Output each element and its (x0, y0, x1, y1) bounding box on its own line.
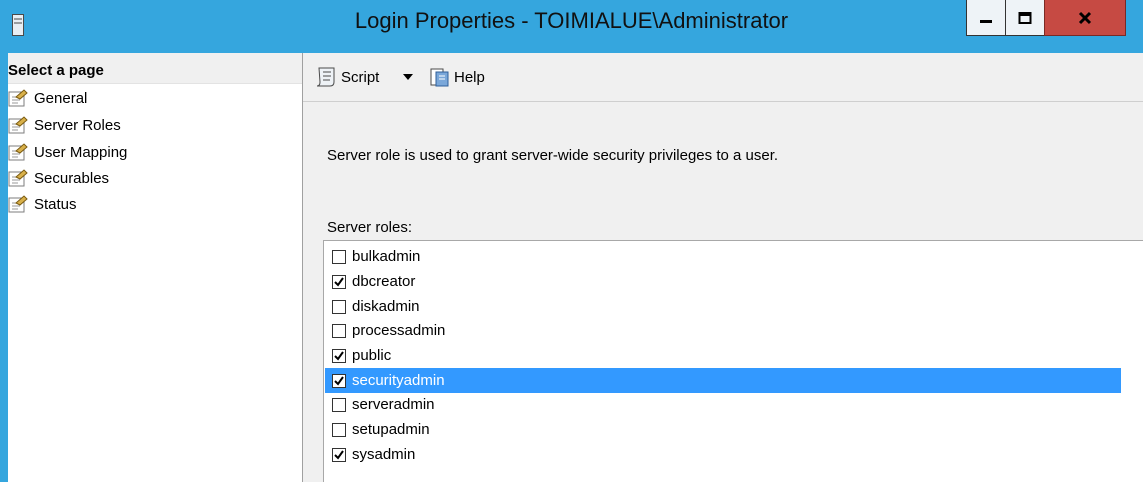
role-name: bulkadmin (352, 248, 421, 265)
role-checkbox[interactable] (332, 299, 346, 314)
role-row[interactable]: setupadmin (325, 417, 1121, 442)
role-name: diskadmin (352, 298, 420, 315)
role-name: securityadmin (352, 372, 445, 389)
role-name: serveradmin (352, 396, 435, 413)
page-item-server-roles[interactable]: Server Roles (8, 113, 121, 137)
help-label: Help (454, 68, 485, 86)
role-row[interactable]: public (325, 343, 1121, 368)
checkmark-icon (334, 449, 344, 460)
page-item-status[interactable]: Status (8, 192, 77, 216)
role-checkbox[interactable] (332, 249, 346, 264)
select-page-pane: Select a page General Server Roles User … (8, 53, 302, 482)
close-button[interactable] (1044, 0, 1126, 36)
minimize-button[interactable] (966, 0, 1006, 36)
close-icon (1078, 11, 1092, 24)
checkmark-icon (334, 350, 344, 361)
maximize-icon (1018, 11, 1032, 24)
server-roles-list[interactable]: bulkadmin dbcreator diskadmin processadm… (323, 240, 1143, 482)
checkmark-icon (334, 375, 344, 386)
script-dropdown-button[interactable] (402, 71, 414, 83)
role-row[interactable]: diskadmin (325, 294, 1121, 319)
dropdown-arrow-icon (403, 74, 413, 80)
page-item-label: General (34, 89, 88, 107)
page-wrench-icon (8, 89, 28, 107)
title-bar[interactable]: Login Properties - TOIMIALUE\Administrat… (0, 0, 1143, 51)
page-wrench-icon (8, 195, 28, 213)
page-wrench-icon (8, 116, 28, 134)
role-row[interactable]: processadmin (325, 318, 1121, 343)
role-row-selected[interactable]: securityadmin (325, 368, 1121, 393)
role-name: dbcreator (352, 273, 416, 290)
login-properties-window: Login Properties - TOIMIALUE\Administrat… (0, 0, 1143, 482)
select-page-header: Select a page (8, 53, 302, 84)
toolbar: Script Help (303, 53, 1143, 102)
role-name: sysadmin (352, 446, 416, 463)
page-wrench-icon (8, 169, 28, 187)
role-name: processadmin (352, 322, 446, 339)
script-button[interactable]: Script (315, 65, 379, 89)
select-page-title: Select a page (8, 62, 104, 79)
page-item-securables[interactable]: Securables (8, 166, 109, 190)
page-item-label: User Mapping (34, 143, 128, 161)
role-checkbox[interactable] (332, 323, 346, 338)
page-item-label: Securables (34, 169, 110, 187)
role-name: public (352, 347, 392, 364)
help-button[interactable]: Help (430, 65, 485, 89)
script-label: Script (341, 68, 380, 86)
minimize-icon (980, 19, 992, 23)
role-checkbox[interactable] (332, 422, 346, 437)
role-row[interactable]: dbcreator (325, 269, 1121, 294)
server-roles-label: Server roles: (327, 219, 413, 236)
page-description: Server role is used to grant server-wide… (327, 147, 779, 164)
server-roles-page: Script Help Server role is used to grant… (303, 53, 1143, 482)
role-checkbox[interactable] (332, 348, 346, 363)
role-row[interactable]: serveradmin (325, 392, 1121, 417)
help-icon (430, 68, 449, 87)
role-checkbox[interactable] (332, 447, 346, 462)
role-row[interactable]: sysadmin (325, 442, 1121, 467)
page-item-label: Server Roles (34, 116, 121, 134)
role-checkbox[interactable] (332, 274, 346, 289)
script-icon (316, 67, 335, 87)
page-item-label: Status (34, 195, 77, 213)
page-wrench-icon (8, 143, 28, 161)
role-row[interactable]: bulkadmin (325, 244, 1121, 269)
role-checkbox[interactable] (332, 373, 346, 388)
page-item-general[interactable]: General (8, 86, 87, 110)
role-checkbox[interactable] (332, 397, 346, 412)
page-item-user-mapping[interactable]: User Mapping (8, 140, 127, 164)
maximize-button[interactable] (1005, 0, 1045, 36)
checkmark-icon (334, 276, 344, 287)
role-name: setupadmin (352, 421, 430, 438)
